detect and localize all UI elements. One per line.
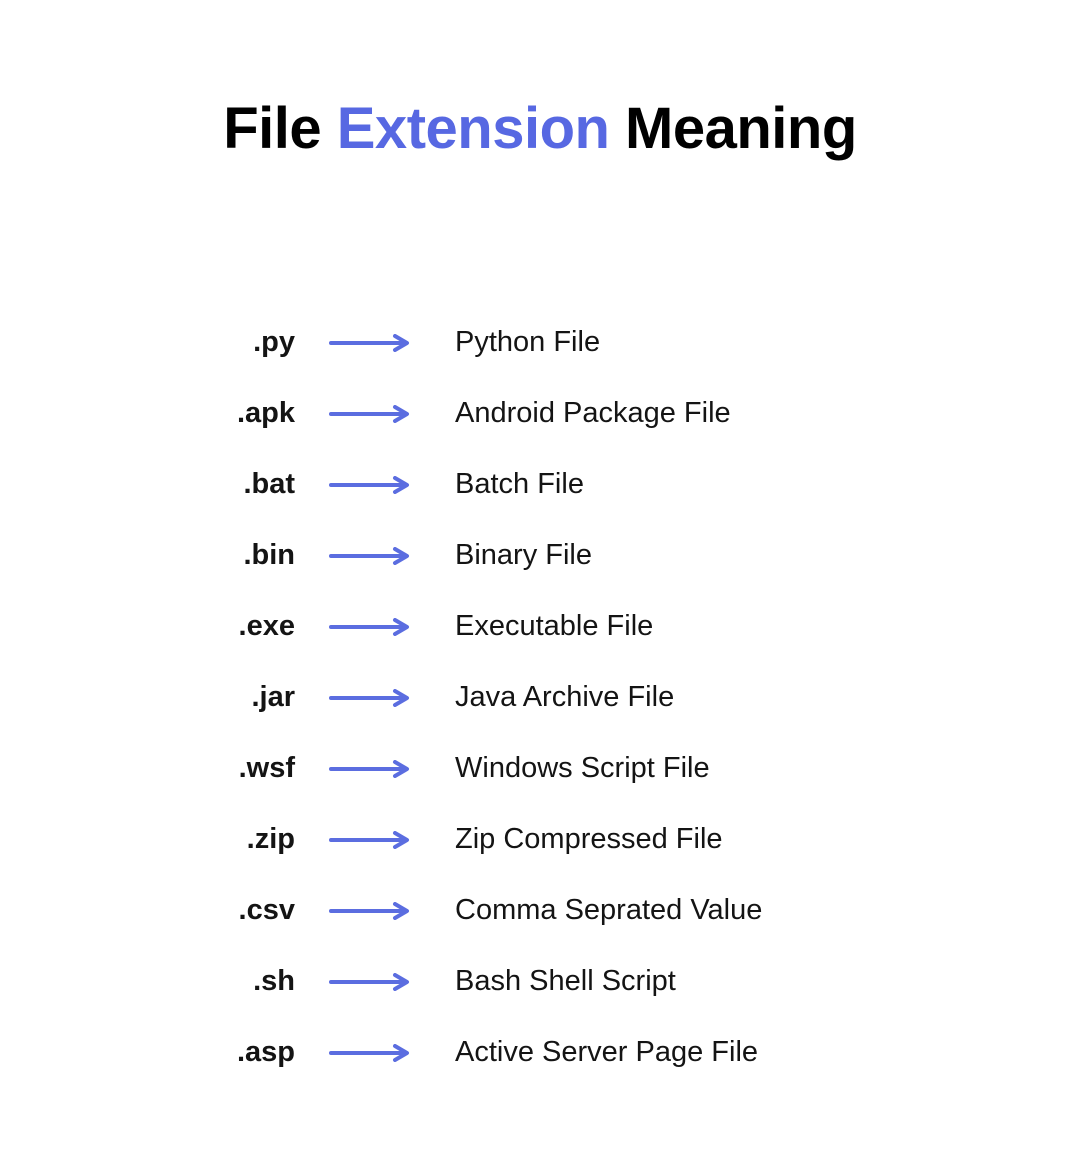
extension-meaning: Executable File — [445, 610, 653, 643]
arrow-icon — [295, 902, 445, 920]
arrow-icon — [295, 831, 445, 849]
extension-meaning: Active Server Page File — [445, 1036, 758, 1069]
extension-meaning: Batch File — [445, 468, 584, 501]
arrow-icon — [295, 760, 445, 778]
arrow-icon — [295, 689, 445, 707]
extension-label: .wsf — [195, 752, 295, 785]
arrow-icon — [295, 1044, 445, 1062]
list-item: .wsf Windows Script File — [195, 733, 1080, 804]
arrow-icon — [295, 547, 445, 565]
arrow-icon — [295, 334, 445, 352]
list-item: .exe Executable File — [195, 591, 1080, 662]
arrow-icon — [295, 405, 445, 423]
extension-meaning: Windows Script File — [445, 752, 710, 785]
extension-meaning: Android Package File — [445, 397, 731, 430]
extension-meaning: Bash Shell Script — [445, 965, 676, 998]
title-highlight: Extension — [337, 96, 610, 161]
extension-meaning: Comma Seprated Value — [445, 894, 762, 927]
extension-label: .asp — [195, 1036, 295, 1069]
list-item: .bat Batch File — [195, 449, 1080, 520]
extension-meaning: Binary File — [445, 539, 592, 572]
extension-meaning: Java Archive File — [445, 681, 674, 714]
list-item: .py Python File — [195, 307, 1080, 378]
extension-label: .exe — [195, 610, 295, 643]
list-item: .jar Java Archive File — [195, 662, 1080, 733]
extension-label: .bin — [195, 539, 295, 572]
extension-label: .bat — [195, 468, 295, 501]
list-item: .apk Android Package File — [195, 378, 1080, 449]
list-item: .sh Bash Shell Script — [195, 946, 1080, 1017]
extension-label: .apk — [195, 397, 295, 430]
list-item: .zip Zip Compressed File — [195, 804, 1080, 875]
extension-label: .jar — [195, 681, 295, 714]
extension-meaning: Zip Compressed File — [445, 823, 723, 856]
list-item: .csv Comma Seprated Value — [195, 875, 1080, 946]
extension-list: .py Python File .apk Android Package Fil… — [0, 307, 1080, 1088]
extension-label: .sh — [195, 965, 295, 998]
page-title: File Extension Meaning — [0, 95, 1080, 162]
title-part2: Meaning — [609, 96, 856, 161]
extension-meaning: Python File — [445, 326, 600, 359]
list-item: .asp Active Server Page File — [195, 1017, 1080, 1088]
arrow-icon — [295, 476, 445, 494]
extension-label: .csv — [195, 894, 295, 927]
arrow-icon — [295, 618, 445, 636]
list-item: .bin Binary File — [195, 520, 1080, 591]
extension-label: .py — [195, 326, 295, 359]
arrow-icon — [295, 973, 445, 991]
extension-label: .zip — [195, 823, 295, 856]
title-part1: File — [223, 96, 337, 161]
